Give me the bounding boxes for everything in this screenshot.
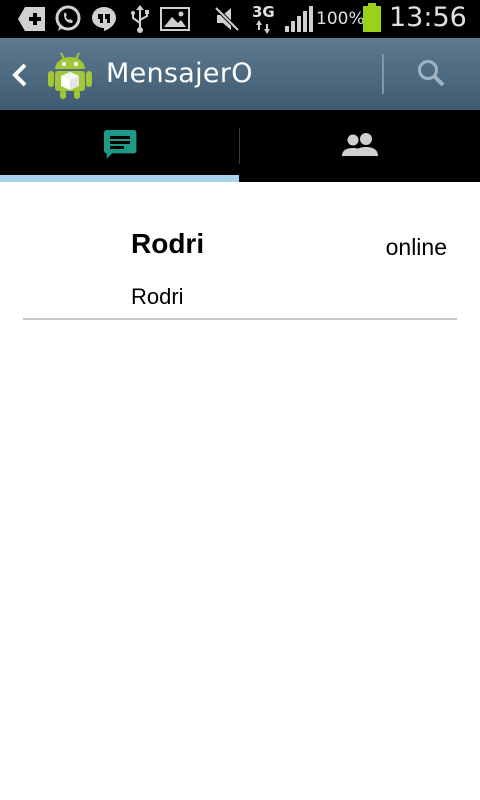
clock: 13:56 xyxy=(389,2,467,33)
hangouts-icon xyxy=(90,5,118,33)
mute-icon xyxy=(212,5,242,33)
whatsapp-icon xyxy=(53,5,83,33)
action-bar: MensajerO xyxy=(0,38,480,110)
data-arrows-icon xyxy=(255,20,271,34)
conversation-list: Rodri online Rodri xyxy=(0,182,480,800)
tab-selected-indicator xyxy=(0,175,239,182)
last-message: Rodri xyxy=(131,284,184,309)
action-bar-divider xyxy=(382,54,384,94)
gallery-icon xyxy=(160,5,190,33)
android-icon xyxy=(47,50,93,100)
up-navigation-button[interactable] xyxy=(0,38,98,110)
battery-icon xyxy=(362,3,382,33)
tab-bar xyxy=(0,110,480,182)
app-title: MensajerO xyxy=(106,58,253,89)
contact-status: online xyxy=(385,234,447,260)
tab-chats[interactable] xyxy=(0,110,240,182)
back-chevron-icon xyxy=(10,62,30,88)
tab-contacts[interactable] xyxy=(240,110,480,182)
add-notification-icon xyxy=(16,5,48,33)
contact-name: Rodri xyxy=(131,228,205,259)
usb-icon xyxy=(128,5,152,33)
conversation-item[interactable]: Rodri online Rodri xyxy=(23,182,457,320)
battery-percentage: 100% xyxy=(316,9,365,29)
contacts-icon xyxy=(342,130,378,162)
network-3g-icon: 3G xyxy=(252,3,275,21)
search-icon xyxy=(416,58,448,90)
search-button[interactable] xyxy=(386,38,480,110)
signal-icon xyxy=(284,5,314,33)
status-bar: 3G 100% 13:56 xyxy=(0,0,480,38)
chat-icon xyxy=(102,130,138,162)
